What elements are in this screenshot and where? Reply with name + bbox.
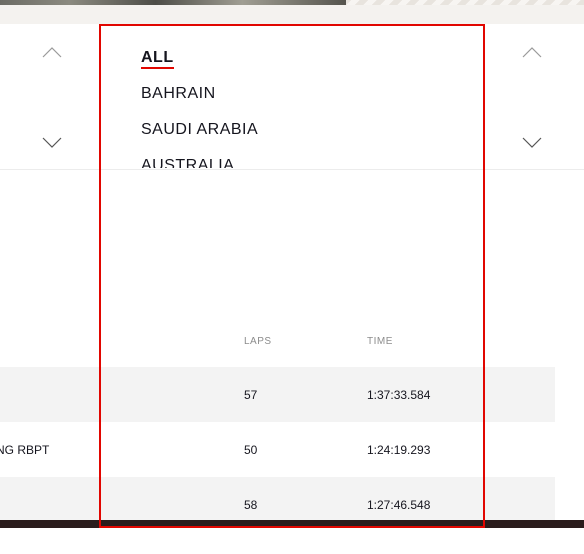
race-item-australia[interactable]: AUSTRALIA <box>141 148 441 168</box>
laps-cell: 57 <box>244 388 258 402</box>
race-selector-list[interactable]: ALL BAHRAIN SAUDI ARABIA AUSTRALIA <box>141 40 441 168</box>
category-scroll-down-icon[interactable] <box>520 136 544 150</box>
time-cell: 1:24:19.293 <box>367 443 431 457</box>
race-item-saudi-arabia[interactable]: SAUDI ARABIA <box>141 112 441 148</box>
car-cell: NG RBPT <box>0 443 50 457</box>
category-scroll-up-icon[interactable] <box>520 45 544 59</box>
laps-cell: 58 <box>244 498 258 512</box>
laps-column-header: LAPS <box>244 336 272 347</box>
laps-cell: 50 <box>244 443 258 457</box>
year-scroll-down-icon[interactable] <box>40 136 64 150</box>
race-item-bahrain[interactable]: BAHRAIN <box>141 76 441 112</box>
footer-bar <box>0 520 584 528</box>
time-cell: 1:27:46.548 <box>367 498 431 512</box>
table-row[interactable]: NG RBPT 50 1:24:19.293 <box>0 422 555 477</box>
year-scroll-up-icon[interactable] <box>40 45 64 59</box>
table-row[interactable]: 57 1:37:33.584 <box>0 367 555 422</box>
race-item-all[interactable]: ALL <box>141 40 441 76</box>
results-table-header: LAPS TIME <box>0 332 555 350</box>
time-cell: 1:37:33.584 <box>367 388 431 402</box>
table-row[interactable]: 58 1:27:46.548 <box>0 477 555 520</box>
header-image <box>0 0 346 5</box>
top-strip <box>0 0 584 24</box>
decorative-stripes <box>346 0 584 5</box>
time-column-header: TIME <box>367 336 393 347</box>
